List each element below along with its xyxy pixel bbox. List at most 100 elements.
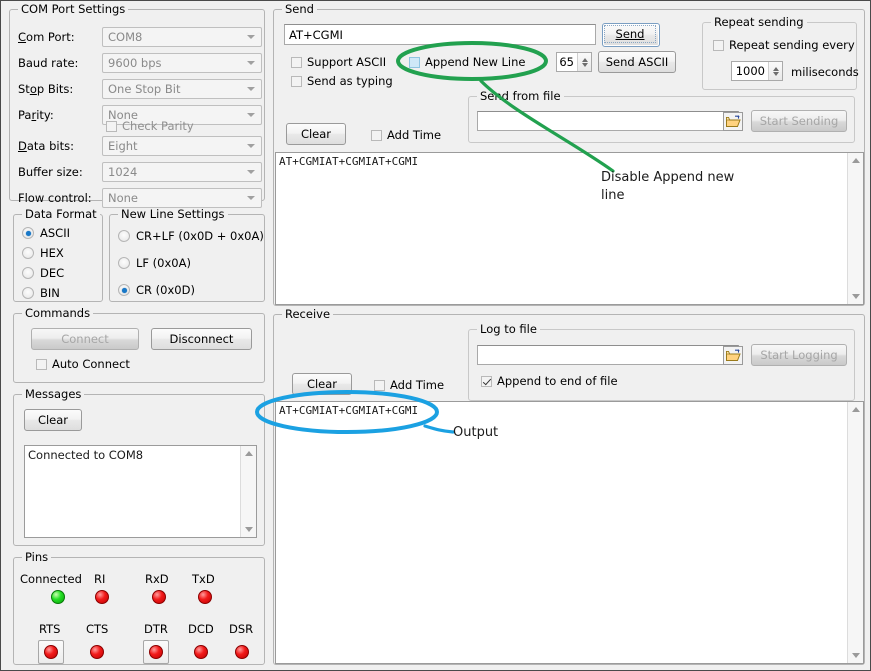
send-ascii-label: Send ASCII bbox=[606, 55, 669, 69]
folder-open-icon bbox=[726, 115, 741, 128]
disconnect-button[interactable]: Disconnect bbox=[151, 328, 252, 350]
data-format-title: Data Format bbox=[22, 208, 100, 220]
auto-connect-checkbox[interactable]: Auto Connect bbox=[36, 357, 130, 371]
radio-newline-cr[interactable]: CR (0x0D) bbox=[118, 283, 195, 297]
chevron-down-icon bbox=[247, 35, 255, 39]
scroll-up-icon[interactable] bbox=[245, 451, 253, 456]
send-add-time-checkbox[interactable]: Add Time bbox=[371, 128, 441, 142]
spinner-up-icon[interactable] bbox=[582, 58, 588, 62]
send-command-value: AT+CGMI bbox=[289, 28, 343, 42]
check-parity-label: Check Parity bbox=[122, 119, 194, 133]
ascii-code-spinner[interactable]: 65 bbox=[556, 52, 592, 72]
spinner-arrows[interactable] bbox=[768, 62, 782, 80]
messages-clear-label: Clear bbox=[38, 413, 68, 427]
spinner-up-icon[interactable] bbox=[773, 67, 779, 71]
stop-bits-select[interactable]: One Stop Bit bbox=[102, 79, 262, 99]
send-from-file-title: Send from file bbox=[477, 90, 564, 102]
send-ascii-button[interactable]: Send ASCII bbox=[598, 51, 676, 73]
repeat-sending-checkbox[interactable]: Repeat sending every bbox=[713, 38, 855, 52]
data-bits-select[interactable]: Eight bbox=[102, 136, 262, 156]
send-button[interactable]: Send bbox=[602, 23, 660, 47]
send-file-browse-button[interactable] bbox=[723, 112, 743, 131]
chevron-down-icon bbox=[247, 87, 255, 91]
flow-control-value: None bbox=[108, 191, 138, 205]
start-sending-label: Start Sending bbox=[760, 114, 839, 128]
checkbox-box bbox=[409, 57, 420, 68]
radio-data-format-hex[interactable]: HEX bbox=[22, 246, 64, 260]
log-file-browse-button[interactable] bbox=[723, 346, 743, 365]
checkbox-box bbox=[291, 57, 302, 68]
scroll-up-icon[interactable] bbox=[852, 158, 860, 163]
baud-rate-label: Baud rate: bbox=[18, 56, 78, 70]
pin-label-dtr: DTR bbox=[144, 622, 168, 636]
check-parity-checkbox[interactable]: Check Parity bbox=[106, 119, 194, 133]
radio-label: DEC bbox=[40, 266, 64, 280]
buffer-size-select[interactable]: 1024 bbox=[102, 162, 262, 182]
chevron-down-icon bbox=[247, 61, 255, 65]
radio-newline-lf[interactable]: LF (0x0A) bbox=[118, 256, 191, 270]
pin-led-rts bbox=[44, 645, 58, 659]
radio-data-format-bin[interactable]: BIN bbox=[22, 286, 60, 300]
receive-clear-button[interactable]: Clear bbox=[292, 373, 352, 395]
receive-output-scrollbar[interactable] bbox=[847, 402, 863, 663]
folder-open-icon bbox=[726, 349, 741, 362]
receive-add-time-checkbox[interactable]: Add Time bbox=[374, 378, 444, 392]
scroll-up-icon[interactable] bbox=[852, 407, 860, 412]
spinner-down-icon[interactable] bbox=[773, 72, 779, 76]
send-clear-button[interactable]: Clear bbox=[286, 123, 346, 145]
spinner-arrows[interactable] bbox=[577, 53, 591, 71]
append-new-line-checkbox[interactable]: Append New Line bbox=[409, 55, 526, 69]
send-file-path-input[interactable] bbox=[477, 111, 739, 131]
send-as-typing-checkbox[interactable]: Send as typing bbox=[291, 74, 393, 88]
append-to-end-checkbox[interactable]: Append to end of file bbox=[481, 374, 618, 388]
scroll-down-icon[interactable] bbox=[852, 294, 860, 299]
flow-control-select[interactable]: None bbox=[102, 188, 262, 208]
radio-indicator bbox=[118, 230, 130, 242]
radio-data-format-dec[interactable]: DEC bbox=[22, 266, 64, 280]
receive-output-area[interactable]: AT+CGMIAT+CGMIAT+CGMI bbox=[275, 401, 864, 664]
commands-group: Commands Connect Disconnect Auto Connect bbox=[13, 313, 265, 383]
send-output-area[interactable]: AT+CGMIAT+CGMIAT+CGMI bbox=[275, 152, 864, 305]
messages-log-text: Connected to COM8 bbox=[28, 448, 238, 535]
receive-group: Receive Clear Add Time Log to file bbox=[273, 314, 865, 665]
messages-group: Messages Clear Connected to COM8 bbox=[13, 394, 265, 546]
radio-label: ASCII bbox=[40, 226, 70, 240]
radio-label: CR (0x0D) bbox=[136, 283, 195, 297]
pin-led-dtr bbox=[149, 645, 163, 659]
flow-control-label: Flow control: bbox=[18, 191, 92, 205]
radio-indicator bbox=[22, 227, 34, 239]
messages-clear-button[interactable]: Clear bbox=[24, 409, 82, 431]
radio-label: CR+LF (0x0D + 0x0A) bbox=[136, 229, 264, 243]
send-group: Send AT+CGMI Send Support ASCII Append N… bbox=[273, 9, 865, 306]
baud-rate-select[interactable]: 9600 bps bbox=[102, 53, 262, 73]
scroll-down-icon[interactable] bbox=[852, 653, 860, 658]
messages-log-area[interactable]: Connected to COM8 bbox=[24, 445, 257, 538]
send-output-scrollbar[interactable] bbox=[847, 153, 863, 304]
com-port-select[interactable]: COM8 bbox=[102, 27, 262, 47]
pin-led-connected bbox=[51, 590, 65, 604]
radio-data-format-ascii[interactable]: ASCII bbox=[22, 226, 70, 240]
pin-label-ri: RI bbox=[94, 572, 105, 586]
spinner-down-icon[interactable] bbox=[582, 63, 588, 67]
start-logging-button[interactable]: Start Logging bbox=[751, 344, 847, 366]
checkbox-box bbox=[291, 76, 302, 87]
connect-button[interactable]: Connect bbox=[31, 328, 139, 350]
pin-led-dsr bbox=[235, 645, 249, 659]
pin-led-rxd bbox=[152, 590, 166, 604]
support-ascii-checkbox[interactable]: Support ASCII bbox=[291, 55, 386, 69]
log-file-path-input[interactable] bbox=[477, 345, 739, 365]
send-command-input[interactable]: AT+CGMI bbox=[284, 24, 596, 45]
scroll-down-icon[interactable] bbox=[245, 527, 253, 532]
send-title: Send bbox=[282, 3, 317, 15]
messages-scrollbar[interactable] bbox=[240, 446, 256, 537]
repeat-interval-spinner[interactable]: 1000 bbox=[731, 61, 783, 81]
start-sending-button[interactable]: Start Sending bbox=[751, 110, 847, 132]
radio-newline-crlf[interactable]: CR+LF (0x0D + 0x0A) bbox=[118, 229, 264, 243]
pins-group: Pins Connected RI RxD TxD RTS CTS DTR DC… bbox=[13, 557, 265, 665]
pin-label-rxd: RxD bbox=[145, 572, 169, 586]
pin-label-dsr: DSR bbox=[229, 622, 253, 636]
radio-indicator bbox=[22, 267, 34, 279]
auto-connect-label: Auto Connect bbox=[52, 357, 130, 371]
pin-led-ri bbox=[95, 590, 109, 604]
pins-title: Pins bbox=[22, 551, 51, 563]
